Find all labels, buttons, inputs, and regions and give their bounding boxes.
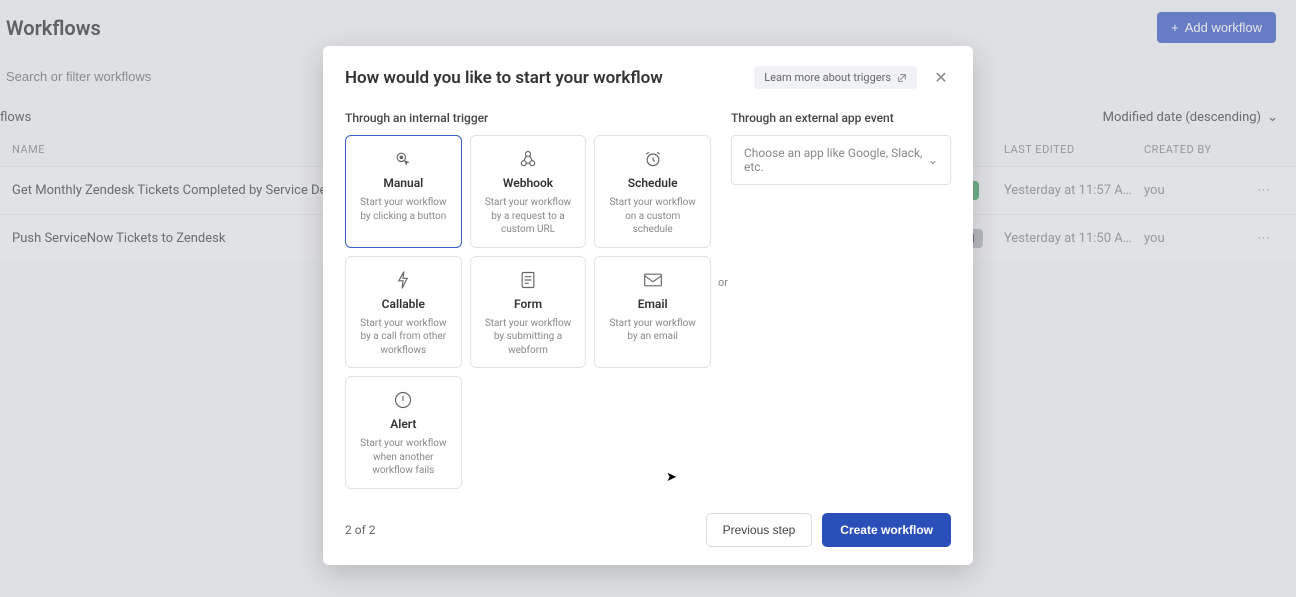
- cursor-click-icon: [393, 148, 413, 170]
- app-select-placeholder: Choose an app like Google, Slack, etc.: [744, 146, 928, 174]
- trigger-card-callable[interactable]: Callable Start your workflow by a call f…: [345, 256, 462, 369]
- previous-step-button[interactable]: Previous step: [706, 513, 813, 547]
- close-button[interactable]: ✕: [931, 68, 951, 88]
- clock-icon: [643, 148, 663, 170]
- modal-title: How would you like to start your workflo…: [345, 68, 663, 88]
- trigger-desc: Start your workflow by a call from other…: [352, 317, 455, 358]
- trigger-desc: Start your workflow on a custom schedule: [601, 196, 704, 237]
- learn-more-link[interactable]: Learn more about triggers: [754, 66, 917, 89]
- modal-overlay: How would you like to start your workflo…: [0, 0, 1296, 597]
- trigger-name: Webhook: [503, 176, 553, 190]
- trigger-card-form[interactable]: Form Start your workflow by submitting a…: [470, 256, 587, 369]
- trigger-desc: Start your workflow by clicking a button: [352, 196, 455, 223]
- trigger-card-manual[interactable]: Manual Start your workflow by clicking a…: [345, 135, 462, 248]
- trigger-card-schedule[interactable]: Schedule Start your workflow on a custom…: [594, 135, 711, 248]
- close-icon: ✕: [934, 70, 947, 87]
- app-select-dropdown[interactable]: Choose an app like Google, Slack, etc. ⌄: [731, 135, 951, 185]
- trigger-name: Manual: [383, 176, 423, 190]
- trigger-name: Email: [638, 297, 668, 311]
- trigger-card-webhook[interactable]: Webhook Start your workflow by a request…: [470, 135, 587, 248]
- webhook-icon: [518, 148, 538, 170]
- trigger-name: Schedule: [628, 176, 678, 190]
- alert-icon: [393, 389, 413, 411]
- trigger-desc: Start your workflow by submitting a webf…: [477, 317, 580, 358]
- trigger-card-email[interactable]: Email Start your workflow by an email: [594, 256, 711, 369]
- internal-trigger-heading: Through an internal trigger: [345, 111, 711, 125]
- learn-more-label: Learn more about triggers: [764, 71, 891, 84]
- create-workflow-button[interactable]: Create workflow: [822, 513, 951, 547]
- trigger-name: Callable: [382, 297, 425, 311]
- external-trigger-heading: Through an external app event: [731, 111, 951, 125]
- trigger-card-alert[interactable]: Alert Start your workflow when another w…: [345, 376, 462, 489]
- trigger-desc: Start your workflow when another workflo…: [352, 437, 455, 478]
- chevron-down-icon: ⌄: [928, 153, 938, 167]
- trigger-desc: Start your workflow by a request to a cu…: [477, 196, 580, 237]
- email-icon: [643, 269, 663, 291]
- external-link-icon: [897, 73, 907, 83]
- step-indicator: 2 of 2: [345, 523, 375, 537]
- trigger-desc: Start your workflow by an email: [601, 317, 704, 344]
- start-workflow-modal: How would you like to start your workflo…: [323, 46, 973, 565]
- trigger-name: Alert: [390, 417, 416, 431]
- trigger-name: Form: [514, 297, 542, 311]
- or-divider: or: [718, 276, 728, 289]
- form-icon: [519, 269, 537, 291]
- lightning-icon: [395, 269, 411, 291]
